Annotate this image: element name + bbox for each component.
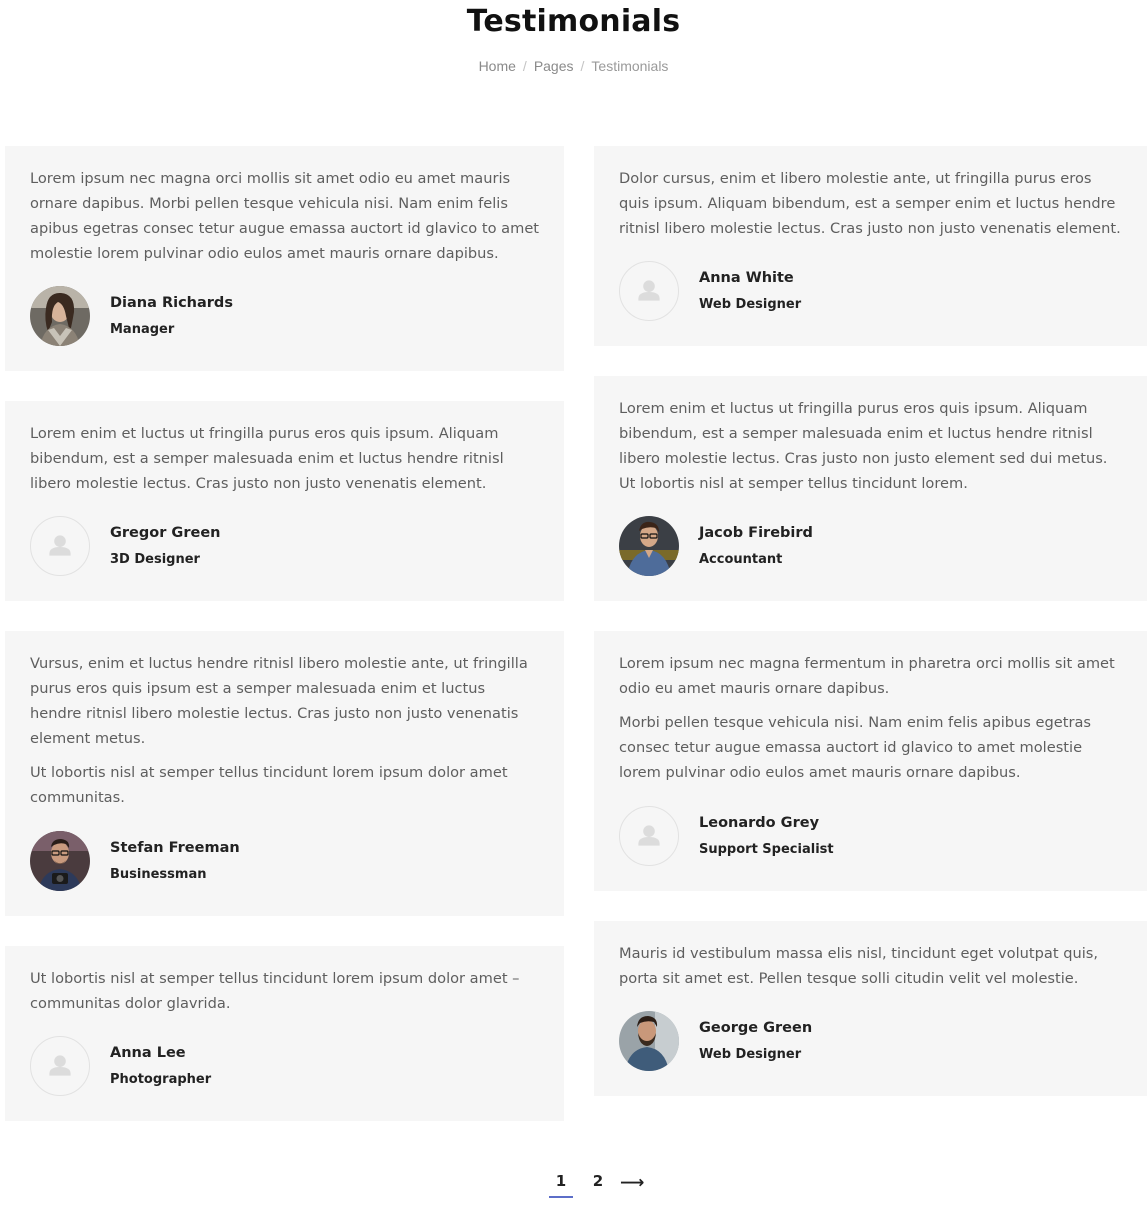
breadcrumb-current: Testimonials bbox=[591, 58, 669, 74]
author-role: Support Specialist bbox=[699, 842, 834, 857]
author-photo-avatar bbox=[30, 831, 90, 891]
author-role: Photographer bbox=[110, 1072, 212, 1087]
author-name: Leonardo Grey bbox=[699, 815, 820, 831]
breadcrumb-home-link[interactable]: Home bbox=[479, 58, 516, 74]
arrow-right-icon[interactable]: ⟶ bbox=[620, 1173, 644, 1193]
placeholder-user-icon bbox=[619, 261, 679, 321]
testimonial-text: Lorem ipsum nec magna fermentum in phare… bbox=[619, 655, 1115, 697]
author-role: 3D Designer bbox=[110, 552, 200, 567]
author-photo-avatar bbox=[30, 286, 90, 346]
author-name: Jacob Firebird bbox=[699, 525, 813, 541]
author-role: Businessman bbox=[110, 867, 207, 882]
breadcrumb: Home / Pages / Testimonials bbox=[0, 58, 1147, 74]
testimonial-card: Ut lobortis nisl at semper tellus tincid… bbox=[5, 946, 564, 1121]
author-name: Stefan Freeman bbox=[110, 840, 240, 856]
testimonial-text: Ut lobortis nisl at semper tellus tincid… bbox=[30, 970, 520, 1012]
breadcrumb-pages-link[interactable]: Pages bbox=[534, 58, 574, 74]
page-2-link[interactable]: 2 bbox=[586, 1172, 610, 1190]
author-role: Web Designer bbox=[699, 297, 802, 312]
testimonial-card: Lorem ipsum nec magna orci mollis sit am… bbox=[5, 146, 564, 371]
author-role: Accountant bbox=[699, 552, 783, 567]
placeholder-user-icon bbox=[619, 806, 679, 866]
author-photo-avatar bbox=[619, 1011, 679, 1071]
placeholder-user-icon bbox=[30, 516, 90, 576]
author-photo-avatar bbox=[619, 516, 679, 576]
testimonial-card: Mauris id vestibulum massa elis nisl, ti… bbox=[594, 921, 1147, 1096]
author-name: Gregor Green bbox=[110, 525, 221, 541]
breadcrumb-separator: / bbox=[580, 58, 585, 74]
testimonial-card: Lorem ipsum nec magna fermentum in phare… bbox=[594, 631, 1147, 891]
testimonial-card: Lorem enim et luctus ut fringilla purus … bbox=[5, 401, 564, 601]
page-title: Testimonials bbox=[466, 4, 681, 39]
testimonial-text: Vursus, enim et luctus hendre ritnisl li… bbox=[30, 655, 528, 747]
testimonial-text: Lorem ipsum nec magna orci mollis sit am… bbox=[30, 170, 540, 262]
author-role: Web Designer bbox=[699, 1047, 802, 1062]
author-name: Anna Lee bbox=[110, 1045, 186, 1061]
testimonial-card: Dolor cursus, enim et libero molestie an… bbox=[594, 146, 1147, 346]
testimonial-card: Lorem enim et luctus ut fringilla purus … bbox=[594, 376, 1147, 601]
testimonial-text: Ut lobortis nisl at semper tellus tincid… bbox=[30, 764, 508, 806]
author-name: Diana Richards bbox=[110, 295, 233, 311]
testimonial-text: Lorem enim et luctus ut fringilla purus … bbox=[30, 425, 504, 492]
testimonial-text: Morbi pellen tesque vehicula nisi. Nam e… bbox=[619, 714, 1092, 781]
author-name: Anna White bbox=[699, 270, 794, 286]
placeholder-user-icon bbox=[30, 1036, 90, 1096]
testimonial-text: Dolor cursus, enim et libero molestie an… bbox=[619, 170, 1121, 237]
testimonial-text: Lorem enim et luctus ut fringilla purus … bbox=[619, 400, 1108, 492]
testimonial-text: Mauris id vestibulum massa elis nisl, ti… bbox=[619, 945, 1098, 987]
page-1-link[interactable]: 1 bbox=[549, 1172, 573, 1198]
author-name: George Green bbox=[699, 1020, 813, 1036]
breadcrumb-separator: / bbox=[522, 58, 527, 74]
pagination: 1 2 ⟶ bbox=[0, 1172, 1147, 1202]
author-role: Manager bbox=[110, 322, 175, 337]
testimonial-card: Vursus, enim et luctus hendre ritnisl li… bbox=[5, 631, 564, 916]
